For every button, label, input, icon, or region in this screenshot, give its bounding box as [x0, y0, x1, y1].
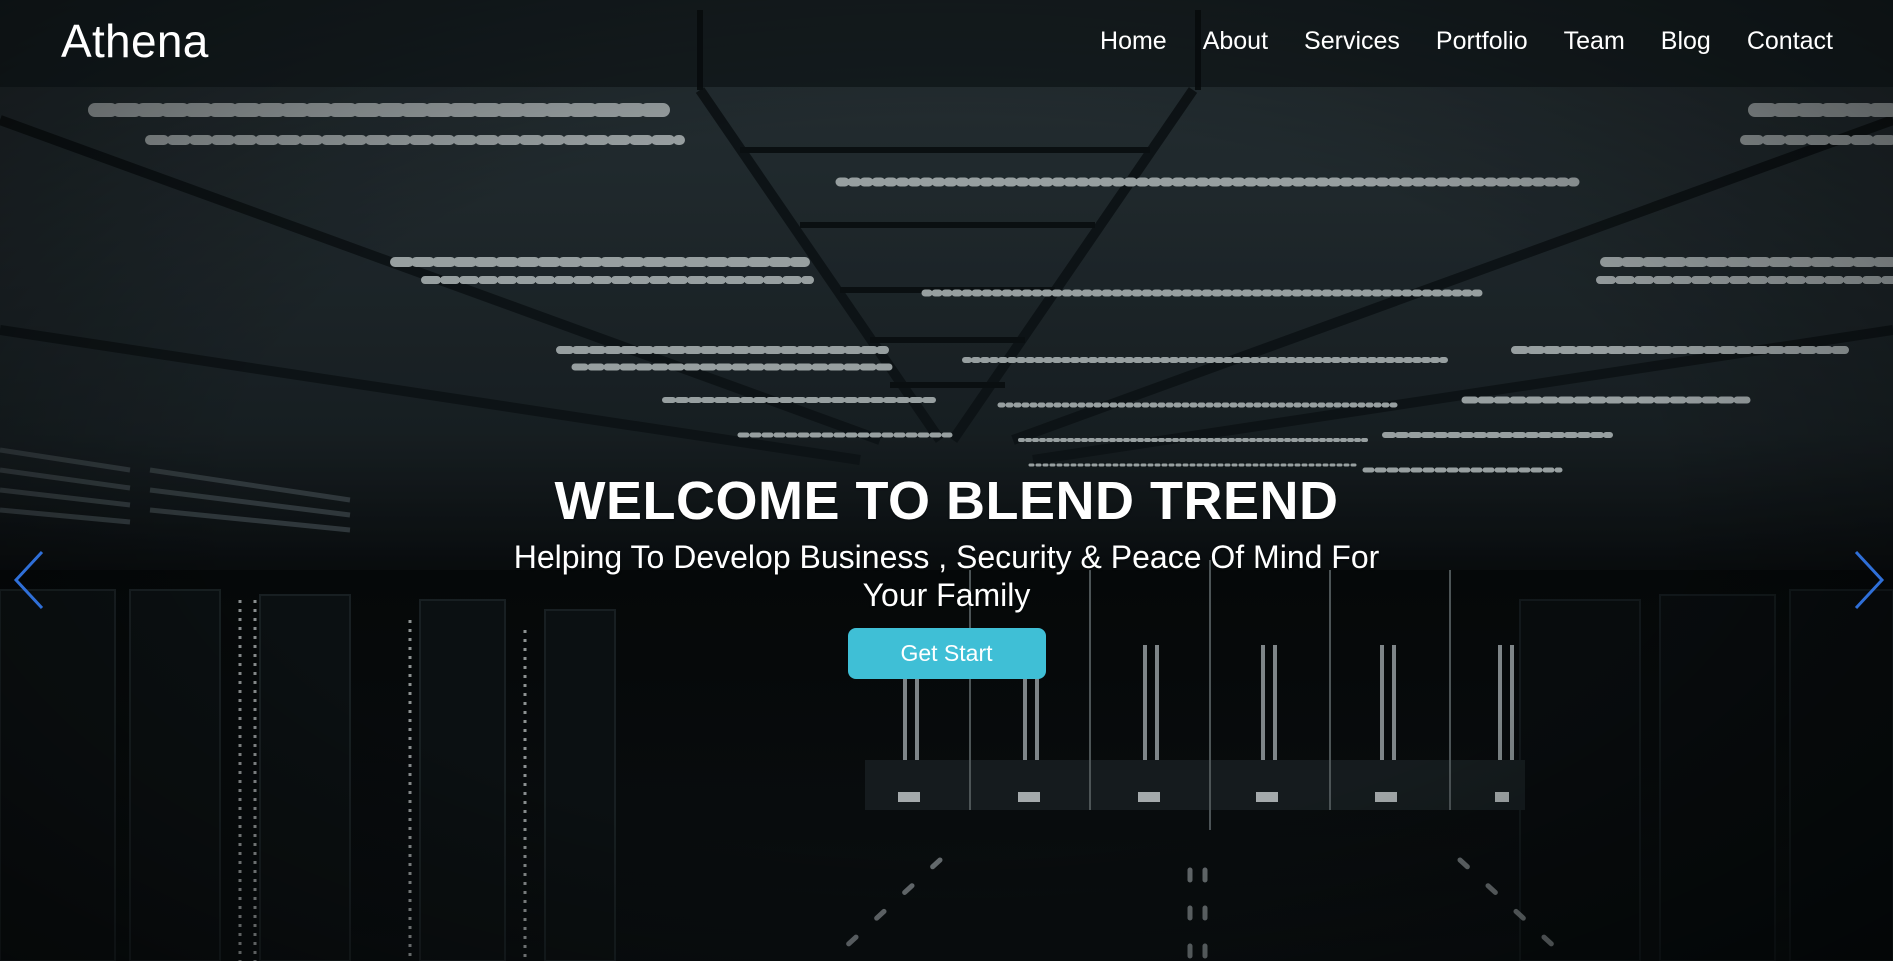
page: Athena Home About Services Portfolio Tea… [0, 0, 1893, 961]
get-start-button[interactable]: Get Start [847, 628, 1046, 679]
carousel-prev-button[interactable] [10, 548, 50, 612]
hero-content: WELCOME TO BLEND TREND Helping To Develo… [0, 468, 1893, 679]
navbar: Athena Home About Services Portfolio Tea… [0, 0, 1893, 87]
brand-logo[interactable]: Athena [61, 14, 209, 68]
nav-link-blog[interactable]: Blog [1661, 27, 1711, 56]
main-nav: Home About Services Portfolio Team Blog … [1100, 27, 1833, 56]
nav-link-about[interactable]: About [1203, 27, 1268, 56]
nav-link-services[interactable]: Services [1304, 27, 1400, 56]
carousel-next-button[interactable] [1848, 548, 1888, 612]
chevron-right-icon [1854, 550, 1885, 610]
nav-link-team[interactable]: Team [1564, 27, 1625, 56]
nav-link-portfolio[interactable]: Portfolio [1436, 27, 1528, 56]
chevron-left-icon [13, 550, 44, 610]
hero-subtitle: Helping To Develop Business , Security &… [513, 539, 1380, 613]
hero-title: WELCOME TO BLEND TREND [554, 471, 1339, 531]
nav-link-home[interactable]: Home [1100, 27, 1167, 56]
nav-link-contact[interactable]: Contact [1747, 27, 1833, 56]
